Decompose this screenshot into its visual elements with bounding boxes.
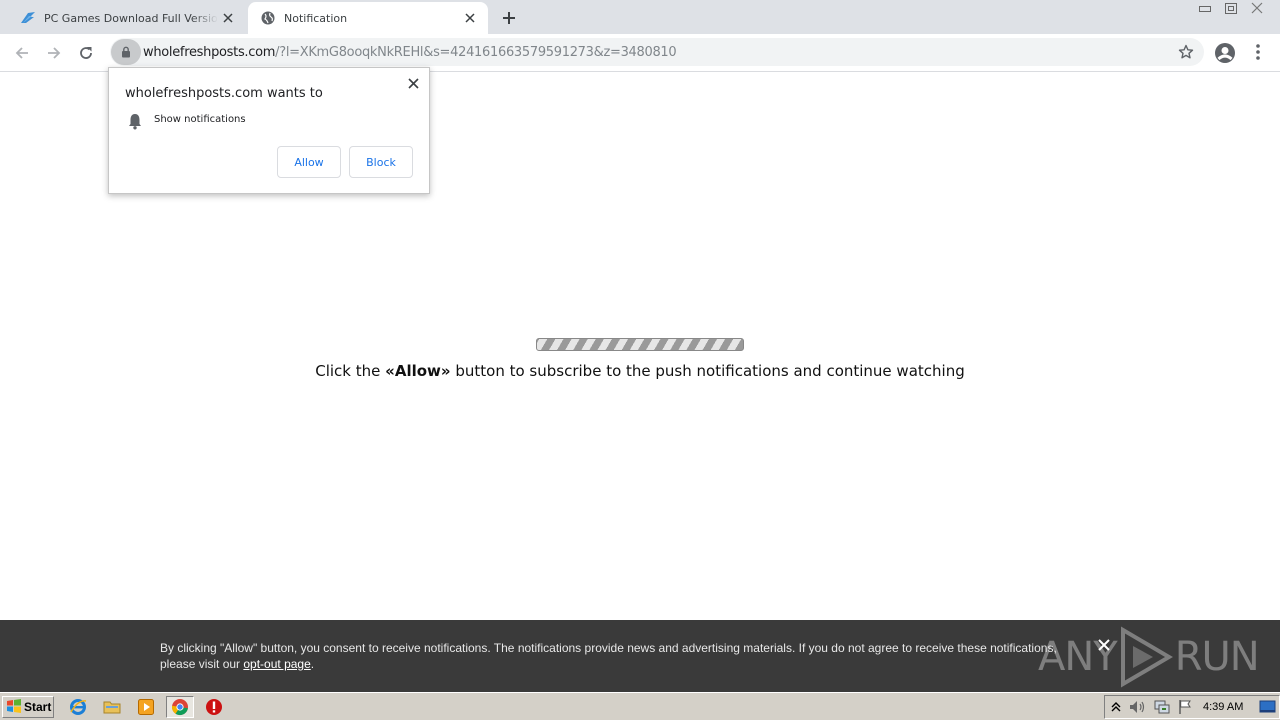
tab-title: PC Games Download Full Version for: [44, 11, 218, 25]
bubble-title: wholefreshposts.com wants to: [125, 86, 323, 101]
start-label: Start: [24, 700, 52, 714]
restore-button[interactable]: [1218, 0, 1244, 16]
url-host: wholefreshposts.com: [143, 44, 276, 60]
taskbar-chrome-button[interactable]: [166, 696, 194, 718]
bubble-close-button[interactable]: [405, 75, 421, 91]
bird-icon: [20, 10, 36, 26]
show-desktop-icon[interactable]: [1259, 699, 1277, 720]
reload-icon: [80, 47, 92, 59]
folder-icon: [103, 701, 121, 714]
windows-flag-icon: [6, 698, 22, 716]
url-text: wholefreshposts.com/?l=XKmG8ooqkNkREHl&s…: [143, 44, 677, 60]
close-icon[interactable]: [218, 8, 238, 28]
block-button[interactable]: Block: [349, 146, 413, 178]
consent-close-button[interactable]: [1096, 637, 1112, 653]
watermark-right: RUN: [1174, 634, 1260, 680]
arrow-right-icon: [48, 47, 61, 59]
taskbar-media-player-button[interactable]: [132, 696, 160, 718]
opt-out-link[interactable]: opt-out page: [243, 657, 310, 671]
close-icon: [1098, 639, 1110, 651]
close-icon: [1251, 2, 1263, 14]
taskbar-explorer-button[interactable]: [98, 696, 126, 718]
play-logo-icon: [1120, 626, 1173, 688]
window-close-button[interactable]: [1244, 0, 1270, 16]
close-icon: [407, 77, 419, 89]
taskbar-ie-button[interactable]: [64, 696, 92, 718]
minimize-button[interactable]: [1192, 0, 1218, 16]
chrome-icon: [171, 699, 188, 716]
url-path: /?l=XKmG8ooqkNkREHl&s=424161663579591273…: [275, 44, 677, 60]
new-tab-button[interactable]: [498, 7, 520, 29]
tab-notification[interactable]: Notification: [248, 2, 488, 34]
consent-banner: ANY RUN By clicking "Allow" button, you …: [0, 620, 1280, 692]
restore-icon: [1225, 3, 1237, 14]
windows-taskbar: Start 4:39 AM: [0, 692, 1280, 720]
headline-text-before: Click the: [315, 362, 386, 380]
globe-icon: [260, 10, 276, 26]
headline-text-after: button to subscribe to the push notifica…: [450, 362, 965, 380]
red-alert-icon: [206, 699, 222, 715]
kebab-menu-icon[interactable]: [1250, 42, 1266, 67]
permission-label: Show notifications: [154, 114, 246, 125]
tab-pc-games[interactable]: PC Games Download Full Version for: [8, 2, 246, 34]
plus-icon: [503, 12, 515, 24]
speaker-icon[interactable]: [1129, 699, 1147, 720]
minimize-icon: [1199, 6, 1211, 12]
close-icon[interactable]: [460, 8, 480, 28]
internet-explorer-icon: [70, 699, 87, 715]
action-center-flag-icon[interactable]: [1177, 699, 1193, 720]
allow-button[interactable]: Allow: [277, 146, 341, 178]
page-headline: Click the «Allow» button to subscribe to…: [0, 362, 1280, 380]
tab-title: Notification: [284, 11, 348, 25]
taskbar-clock[interactable]: 4:39 AM: [1203, 701, 1243, 713]
arrow-left-icon: [15, 47, 28, 59]
profile-avatar-icon[interactable]: [1214, 42, 1236, 69]
network-icon[interactable]: [1153, 699, 1171, 720]
notification-permission-bubble: wholefreshposts.com wants to Show notifi…: [108, 67, 430, 194]
lock-icon[interactable]: [111, 39, 141, 65]
back-button[interactable]: [8, 39, 36, 67]
bookmark-star-icon[interactable]: [1178, 44, 1194, 65]
reload-button[interactable]: [72, 39, 100, 67]
loading-progress-bar: [536, 338, 744, 351]
bell-icon: [127, 112, 143, 135]
address-bar[interactable]: wholefreshposts.com/?l=XKmG8ooqkNkREHl&s…: [110, 38, 1204, 66]
consent-end: .: [310, 657, 315, 671]
headline-text-bold: «Allow»: [385, 362, 451, 380]
consent-text: By clicking "Allow" button, you consent …: [160, 640, 1080, 672]
system-tray: 4:39 AM: [1104, 695, 1280, 719]
taskbar-alert-button[interactable]: [200, 696, 228, 718]
media-player-icon: [138, 699, 154, 715]
tray-expand-icon[interactable]: [1111, 700, 1121, 719]
start-button[interactable]: Start: [2, 696, 54, 718]
tab-strip: PC Games Download Full Version for Notif…: [0, 0, 1280, 34]
window-controls: [1192, 0, 1270, 18]
forward-button[interactable]: [40, 39, 68, 67]
